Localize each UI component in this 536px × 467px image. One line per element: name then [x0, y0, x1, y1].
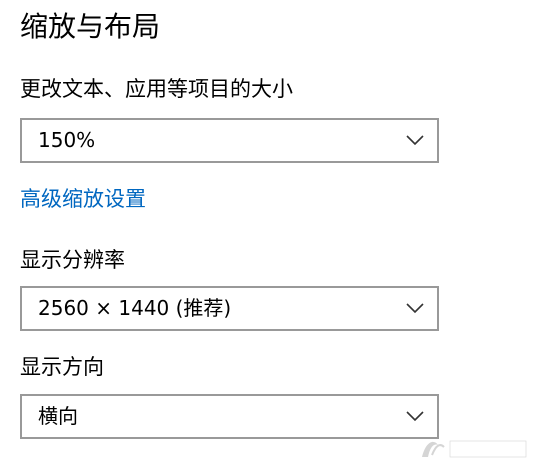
chevron-down-icon — [406, 411, 424, 422]
scale-label: 更改文本、应用等项目的大小 — [20, 77, 293, 101]
resolution-dropdown-value: 2560 × 1440 (推荐) — [38, 296, 232, 320]
scale-dropdown[interactable]: 150% — [20, 118, 439, 163]
orientation-dropdown[interactable]: 横向 — [20, 394, 439, 439]
orientation-label: 显示方向 — [20, 355, 104, 379]
section-title: 缩放与布局 — [20, 10, 161, 43]
scale-and-layout-panel: 缩放与布局 更改文本、应用等项目的大小 150% 高级缩放设置 显示分辨率 25… — [0, 0, 536, 467]
orientation-dropdown-value: 横向 — [38, 404, 78, 428]
scale-dropdown-value: 150% — [38, 128, 96, 152]
resolution-dropdown[interactable]: 2560 × 1440 (推荐) — [20, 286, 439, 331]
resolution-label: 显示分辨率 — [20, 248, 125, 272]
advanced-scaling-link[interactable]: 高级缩放设置 — [20, 184, 146, 214]
chevron-down-icon — [406, 135, 424, 146]
chevron-down-icon — [406, 303, 424, 314]
watermark-logo — [422, 440, 527, 458]
